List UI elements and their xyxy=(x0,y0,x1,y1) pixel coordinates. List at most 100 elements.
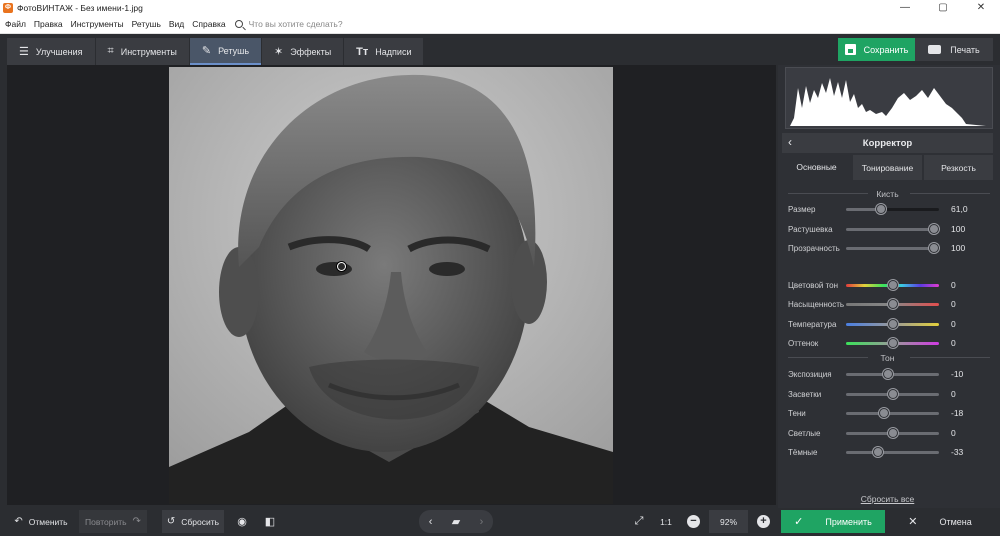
slider-row: Засветки 0 xyxy=(788,387,988,401)
undo-button[interactable]: ↶ Отменить xyxy=(7,510,75,533)
brush-icon: ✎ xyxy=(201,45,212,57)
subtab-sharpness[interactable]: Резкость xyxy=(924,155,993,180)
sliders-icon: ☰ xyxy=(19,46,29,58)
compare-button[interactable]: ◧ xyxy=(258,510,282,533)
maximize-button[interactable]: ▢ xyxy=(924,0,962,15)
back-arrow-icon[interactable]: ‹ xyxy=(788,135,792,149)
slider-knob[interactable] xyxy=(887,428,898,438)
menu-help[interactable]: Справка xyxy=(192,19,225,29)
slider-track[interactable] xyxy=(846,208,939,211)
slider-knob[interactable] xyxy=(872,447,883,457)
slider-knob[interactable] xyxy=(887,389,898,399)
slider-value[interactable]: -33 xyxy=(951,447,963,457)
section-tone-title: Тон xyxy=(880,353,895,363)
tab-captions[interactable]: Tт Надписи xyxy=(344,38,424,65)
slider-row: Прозрачность 100 xyxy=(788,241,988,255)
save-label: Сохранить xyxy=(863,44,909,55)
slider-label: Растушевка xyxy=(788,224,833,234)
tab-enhancements[interactable]: ☰ Улучшения xyxy=(7,38,95,65)
folder-icon[interactable]: ▰ xyxy=(452,515,460,528)
slider-label: Тени xyxy=(788,408,806,418)
slider-value[interactable]: 0 xyxy=(951,389,956,399)
section-brush-title: Кисть xyxy=(876,189,899,199)
app-logo-icon: Ф xyxy=(3,2,13,13)
slider-row: Растушевка 100 xyxy=(788,222,988,236)
slider-value[interactable]: 100 xyxy=(951,224,965,234)
tab-effects[interactable]: ✶ Эффекты xyxy=(262,38,344,65)
menu-file[interactable]: Файл xyxy=(5,19,26,29)
slider-row: Экспозиция -10 xyxy=(788,367,988,381)
tab-retouch[interactable]: ✎ Ретушь xyxy=(189,38,262,65)
cancel-label: Отмена xyxy=(939,516,972,527)
menu-bar: Файл Правка Инструменты Ретушь Вид Справ… xyxy=(0,15,1000,34)
slider-label: Температура xyxy=(788,319,837,329)
fit-screen-icon: ⤢ xyxy=(634,515,644,527)
menu-view[interactable]: Вид xyxy=(169,19,184,29)
search-icon xyxy=(234,20,243,28)
slider-label: Насыщенность xyxy=(788,299,845,309)
slider-row: Цветовой тон 0 xyxy=(788,278,988,292)
zoom-1-1-button[interactable]: 1:1 xyxy=(654,510,678,533)
slider-track[interactable] xyxy=(846,412,939,415)
save-button[interactable]: Сохранить xyxy=(838,38,915,61)
mode-tabs: ☰ Улучшения ⌗ Инструменты ✎ Ретушь ✶ Эфф… xyxy=(7,38,424,65)
slider-knob[interactable] xyxy=(887,299,898,309)
image-navigation: ‹ ▰ › xyxy=(419,510,493,533)
slider-label: Оттенок xyxy=(788,338,819,348)
cancel-button[interactable]: ✕ Отмена xyxy=(887,510,993,533)
redo-button[interactable]: Повторить ↷ xyxy=(79,510,147,533)
zoom-out-icon[interactable]: − xyxy=(687,515,700,528)
slider-value[interactable]: -10 xyxy=(951,369,963,379)
slider-track[interactable] xyxy=(846,451,939,454)
slider-knob[interactable] xyxy=(887,338,898,348)
slider-knob[interactable] xyxy=(887,280,898,290)
subtab-toning[interactable]: Тонирование xyxy=(853,155,922,180)
slider-value[interactable]: 0 xyxy=(951,319,956,329)
slider-value[interactable]: 0 xyxy=(951,280,956,290)
reset-label: Сбросить xyxy=(181,516,220,527)
tab-tools[interactable]: ⌗ Инструменты xyxy=(95,38,189,65)
slider-knob[interactable] xyxy=(882,369,893,379)
undo-icon: ↶ xyxy=(14,516,23,527)
divider xyxy=(910,193,990,194)
menu-retouch[interactable]: Ретушь xyxy=(132,19,161,29)
slider-value[interactable]: 0 xyxy=(951,338,956,348)
zoom-value[interactable]: 92% xyxy=(709,510,748,533)
print-button[interactable]: Печать xyxy=(915,38,993,61)
slider-knob[interactable] xyxy=(887,319,898,329)
printer-icon xyxy=(928,45,942,54)
photo-image[interactable] xyxy=(169,67,613,504)
print-label: Печать xyxy=(950,44,980,55)
slider-knob[interactable] xyxy=(879,408,890,418)
slider-value[interactable]: 100 xyxy=(951,243,965,253)
close-window-button[interactable]: ✕ xyxy=(962,0,1000,15)
slider-label: Светлые xyxy=(788,428,821,438)
menu-edit[interactable]: Правка xyxy=(34,19,63,29)
next-image-button[interactable]: › xyxy=(480,516,484,528)
slider-knob[interactable] xyxy=(929,243,940,253)
slider-value[interactable]: 0 xyxy=(951,428,956,438)
fit-screen-button[interactable]: ⤢ xyxy=(628,510,650,533)
slider-knob[interactable] xyxy=(876,204,887,214)
preview-eye-button[interactable]: ◉ xyxy=(230,510,254,533)
slider-knob[interactable] xyxy=(929,224,940,234)
minimize-button[interactable]: — xyxy=(886,0,924,15)
menu-tools[interactable]: Инструменты xyxy=(71,19,124,29)
histogram xyxy=(785,67,993,129)
portrait-photo xyxy=(169,67,613,504)
apply-button[interactable]: ✓ Применить xyxy=(781,510,885,533)
compare-icon: ◧ xyxy=(264,516,276,528)
zoom-in-icon[interactable]: + xyxy=(757,515,770,528)
prev-image-button[interactable]: ‹ xyxy=(429,516,433,528)
slider-value[interactable]: 61,0 xyxy=(951,204,968,214)
slider-value[interactable]: 0 xyxy=(951,299,956,309)
slider-track[interactable] xyxy=(846,228,939,231)
subtab-basic[interactable]: Основные xyxy=(782,155,851,180)
divider xyxy=(910,357,990,358)
reset-button[interactable]: ↺ Сбросить xyxy=(162,510,224,533)
reset-all-link[interactable]: Сбросить все xyxy=(782,494,993,504)
corrector-subtabs: Основные Тонирование Резкость xyxy=(782,155,993,180)
command-search[interactable]: Что вы хотите сделать? xyxy=(234,19,343,29)
slider-track[interactable] xyxy=(846,247,939,250)
slider-value[interactable]: -18 xyxy=(951,408,963,418)
